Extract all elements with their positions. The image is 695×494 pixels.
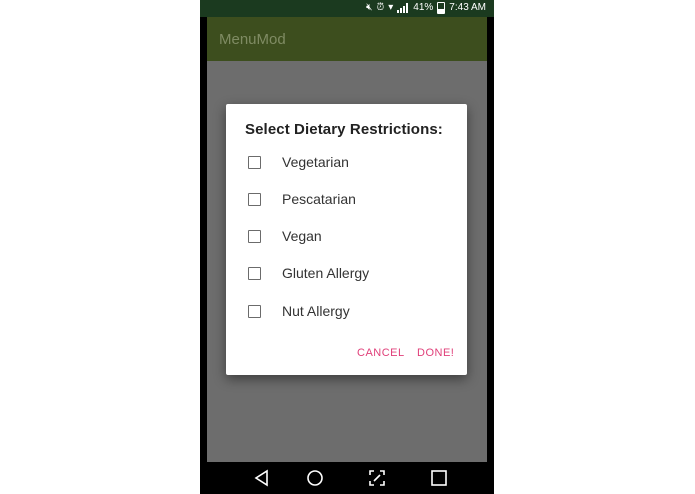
option-label: Pescatarian [282,191,356,207]
checkbox[interactable] [248,230,261,243]
screenshot-icon[interactable] [368,469,386,487]
home-icon[interactable] [306,469,324,487]
checkbox[interactable] [248,156,261,169]
checkbox[interactable] [248,267,261,280]
app-bar: MenuMod [207,17,487,61]
status-bar: 🔇︎ ⏰︎ ▾ 41% 7:43 AM [200,0,494,17]
signal-icon [397,3,409,13]
recents-icon[interactable] [430,469,448,487]
option-label: Nut Allergy [282,303,350,319]
clock: 7:43 AM [449,2,486,13]
alarm-icon: ⏰︎ [376,2,385,13]
checkbox[interactable] [248,193,261,206]
option-label: Vegetarian [282,154,349,170]
option-vegan[interactable]: Vegan [226,220,467,257]
dietary-restrictions-dialog: Select Dietary Restrictions: Vegetarian … [226,104,467,375]
done-button[interactable]: DONE! [417,347,454,359]
wifi-icon: ▾ [388,2,394,13]
option-pescatarian[interactable]: Pescatarian [226,183,467,220]
mute-icon: 🔇︎ [366,2,373,13]
nav-bar [207,462,487,494]
app-title: MenuMod [219,31,286,48]
checkbox[interactable] [248,305,261,318]
dialog-actions: CANCEL DONE! [226,347,467,367]
battery-percent: 41% [413,2,434,13]
back-icon[interactable] [253,469,271,487]
cancel-button[interactable]: CANCEL [357,347,405,359]
option-nut-allergy[interactable]: Nut Allergy [226,295,467,332]
battery-icon [437,2,446,14]
option-vegetarian[interactable]: Vegetarian [226,146,467,183]
status-icons: 🔇︎ ⏰︎ ▾ 41% 7:43 AM [366,2,486,14]
dialog-title: Select Dietary Restrictions: [245,121,443,138]
option-label: Vegan [282,228,322,244]
option-label: Gluten Allergy [282,265,370,281]
option-gluten-allergy[interactable]: Gluten Allergy [226,257,467,294]
